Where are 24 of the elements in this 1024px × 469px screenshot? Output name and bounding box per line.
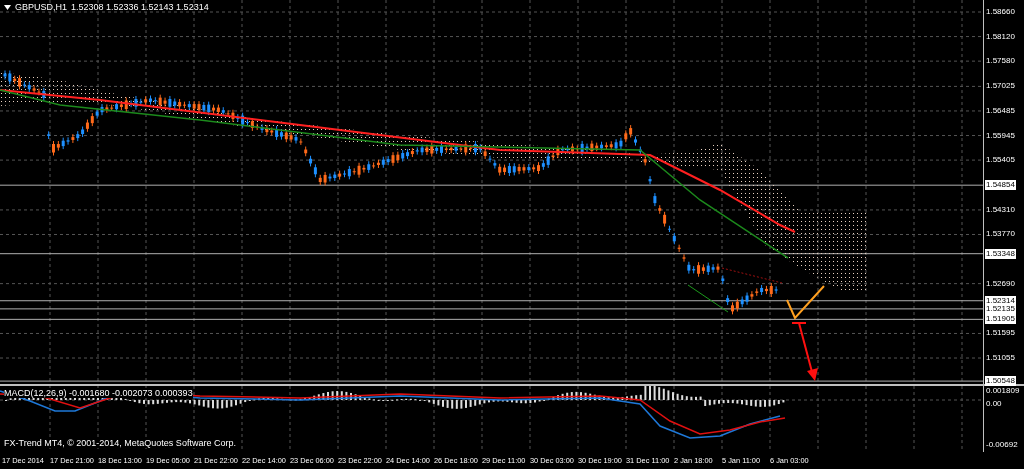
- price-label: 1.52690: [985, 278, 1016, 289]
- price-label: 1.52135: [985, 303, 1016, 314]
- price-label: 1.53348: [985, 248, 1016, 259]
- indicator-value-label: 0.00: [985, 399, 1003, 409]
- symbol-label: GBPUSD,H1: [15, 2, 67, 12]
- quote-values: 1.52308 1.52336 1.52143 1.52314: [71, 2, 209, 12]
- copyright-text: FX-Trend MT4, © 2001-2014, MetaQuotes Software Corp.: [4, 438, 236, 448]
- price-label: 1.57580: [985, 56, 1016, 67]
- price-label: 1.51595: [985, 328, 1016, 339]
- price-label: 1.58660: [985, 7, 1016, 17]
- price-label: 1.55405: [985, 155, 1016, 166]
- indicator-value-label: -0.00692: [985, 440, 1019, 450]
- price-label: 1.50548: [985, 376, 1016, 387]
- price-label: 1.57025: [985, 81, 1016, 92]
- price-label: 1.55945: [985, 130, 1016, 141]
- price-label: 1.56485: [985, 105, 1016, 116]
- price-label: 1.54310: [985, 204, 1016, 215]
- price-label: 1.51055: [985, 353, 1016, 363]
- indicator-label: MACD(12,26,9) -0.001680 -0.002073 0.000393: [4, 388, 193, 398]
- indicator-value-label: 0.001809: [985, 386, 1021, 397]
- price-label: 1.54854: [985, 180, 1016, 191]
- price-label: 1.53770: [985, 229, 1016, 240]
- price-label: 1.58120: [985, 31, 1016, 42]
- price-label: 1.51905: [985, 314, 1016, 325]
